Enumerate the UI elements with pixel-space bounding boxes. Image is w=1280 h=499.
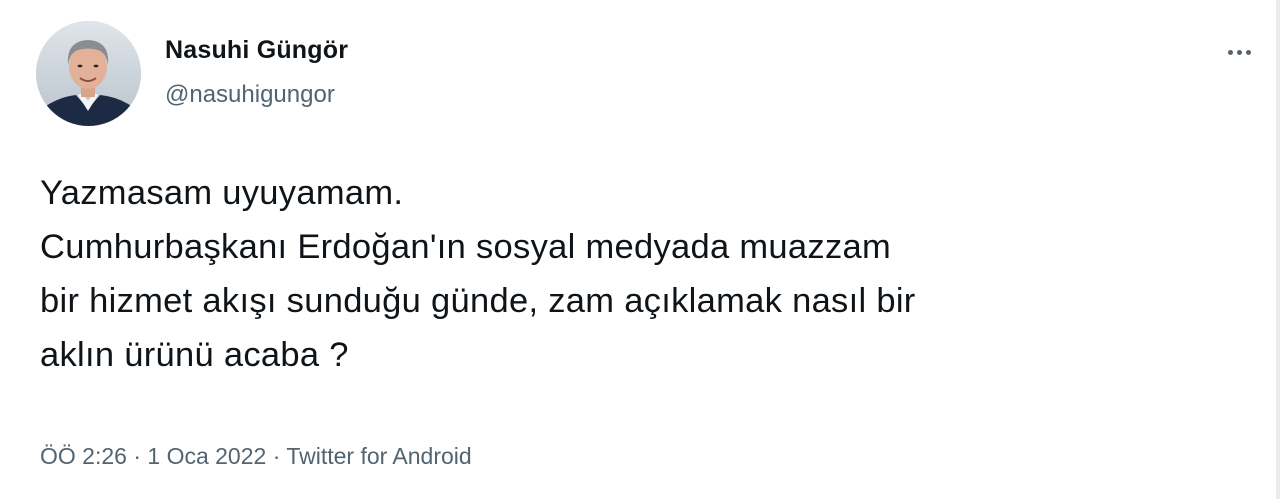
more-options-button[interactable] <box>1222 40 1258 64</box>
tweet-time[interactable]: ÖÖ 2:26 <box>40 443 127 469</box>
tweet-card: Nasuhi Güngör @nasuhigungor Yazmasam uyu… <box>0 0 1280 499</box>
profile-photo-icon <box>36 21 141 126</box>
tweet-date[interactable]: 1 Oca 2022 <box>147 443 266 469</box>
card-right-edge <box>1276 0 1280 499</box>
meta-separator: · <box>126 443 148 469</box>
tweet-source[interactable]: Twitter for Android <box>286 443 471 469</box>
meta-separator-2: · <box>266 443 287 469</box>
author-avatar[interactable] <box>36 21 141 126</box>
tweet-text: Yazmasam uyuyamam. Cumhurbaşkanı Erdoğan… <box>40 174 916 374</box>
author-info[interactable]: Nasuhi Güngör @nasuhigungor <box>165 34 348 110</box>
tweet-metadata: ÖÖ 2:26 · 1 Oca 2022 · Twitter for Andro… <box>40 441 472 471</box>
author-handle[interactable]: @nasuhigungor <box>165 80 348 110</box>
author-display-name[interactable]: Nasuhi Güngör <box>165 34 348 66</box>
